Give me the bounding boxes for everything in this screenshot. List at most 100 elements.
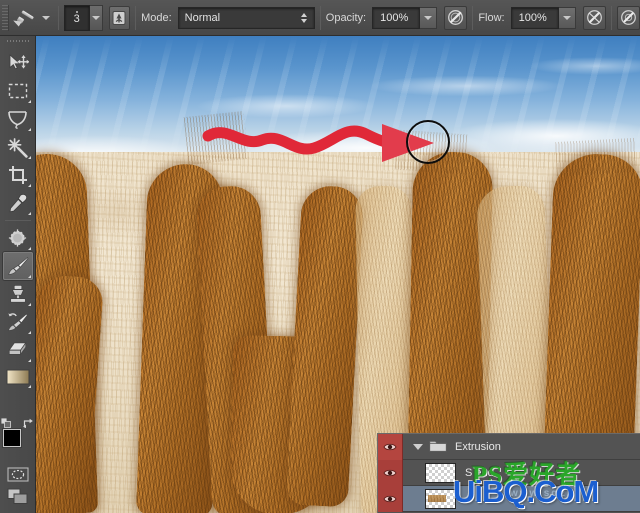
layer-thumbnail[interactable] [425,488,456,509]
sidebar-item-history-brush-tool[interactable] [3,308,33,336]
default-colors-icon[interactable] [0,417,11,428]
table-row[interactable] [378,485,640,512]
flyout-indicator-icon [27,247,31,250]
layer-visibility-toggle[interactable] [378,434,403,460]
flow-label: Flow: [478,11,505,24]
opacity-pressure-button[interactable] [444,5,468,30]
history-brush-icon [7,313,28,331]
table-row[interactable]: Extrusion [378,434,640,460]
foreground-color-swatch[interactable] [2,429,21,447]
lasso-icon [8,110,27,129]
panel-grip-icon[interactable] [1,4,10,31]
cloud-texture [36,36,640,170]
eye-visible-icon [383,469,397,476]
chevron-down-icon [41,15,50,20]
flyout-indicator-icon [27,156,31,159]
quick-mask-button[interactable] [4,463,32,485]
layer-visibility-toggle[interactable] [378,459,403,486]
blend-mode-select[interactable]: Normal [177,6,315,29]
color-swatches [0,417,33,457]
flow-value: 100% [518,11,547,24]
straw-fringe [183,110,249,166]
sidebar-item-crop-tool[interactable] [3,161,33,189]
eye-visible-icon [383,495,397,502]
chevron-down-icon [562,15,571,20]
eraser-icon [8,341,27,356]
flyout-indicator-icon [27,385,31,388]
sidebar-item-marquee-tool[interactable] [3,77,33,105]
options-bar: 3 Mode: Normal Opacity: 100% Flow: 100% [0,0,640,36]
mode-label: Mode: [141,11,172,24]
sidebar-item-gradient-tool[interactable] [3,364,33,390]
layers-panel: Extrusion S end [377,433,640,513]
flyout-indicator-icon [27,275,31,278]
sidebar-item-eyedropper-tool[interactable] [3,189,33,217]
flyout-indicator-icon [27,359,31,362]
eyedropper-icon [9,193,27,213]
move-tool-icon [9,54,29,70]
airbrush-icon [586,10,602,25]
tablet-pressure-size-button[interactable] [108,5,131,30]
sidebar-item-eraser-tool[interactable] [3,336,33,364]
chevron-down-icon [424,15,433,20]
chevron-down-icon [91,15,100,20]
magic-wand-icon [7,137,28,158]
sidebar-item-lasso-tool[interactable] [3,105,33,133]
layer-thumbnail[interactable] [425,462,456,483]
flow-slider-button[interactable] [558,6,576,29]
crop-icon [8,166,27,184]
group-expand-toggle[interactable] [413,443,423,450]
sidebar-item-magic-wand-tool[interactable] [3,133,33,161]
flyout-indicator-icon [27,331,31,334]
updown-arrows-icon [296,8,312,28]
gradient-icon [6,369,29,385]
flyout-indicator-icon [27,184,31,187]
quick-mask-icon [6,466,29,482]
brush-cursor-circle [406,120,450,164]
brush-size-value: 3 [73,13,80,25]
table-row[interactable]: S end [378,459,640,486]
opacity-slider-button[interactable] [420,6,438,29]
panel-grip-icon[interactable] [6,38,29,45]
clone-stamp-icon [9,285,26,303]
options-separator [319,5,321,30]
folder-icon [429,439,447,455]
brush-tool-icon [13,9,37,27]
sidebar-item-clone-stamp-tool[interactable] [3,280,33,308]
brush-preset-picker-button[interactable] [89,4,103,31]
opacity-input[interactable]: 100% [372,6,421,29]
opacity-value: 100% [380,11,409,24]
flyout-indicator-icon [27,303,31,306]
layer-name: S end [465,466,494,479]
airbrush-toggle-button[interactable] [582,5,606,30]
tool-preset-preview[interactable] [12,6,38,30]
sidebar-item-brush-tool[interactable] [2,252,33,280]
screen-mode-button[interactable] [4,485,32,507]
straw-fringe [555,137,637,177]
flyout-indicator-icon [27,100,31,103]
blend-mode-value: Normal [184,11,221,24]
sidebar-item-move-tool[interactable] [3,49,33,77]
eye-visible-icon [383,443,397,450]
layer-indent-spacer [403,460,415,486]
layer-visibility-toggle[interactable] [378,485,403,512]
flow-input[interactable]: 100% [510,6,559,29]
layer-name: Extrusion [455,440,501,453]
tablet-pressure-flow-icon [620,10,636,25]
brush-size-field[interactable]: 3 [63,4,90,31]
tool-preset-dropdown[interactable] [39,6,53,30]
tablet-pressure-flow-button[interactable] [616,5,640,30]
flyout-indicator-icon [27,212,31,215]
swap-colors-icon[interactable] [22,418,34,429]
tool-panel [0,36,36,513]
sidebar-item-spot-healing-tool[interactable] [3,224,33,252]
tool-divider [4,220,31,221]
options-separator [610,5,612,30]
layer-indent-spacer [403,486,415,512]
pressure-opacity-icon [448,10,464,25]
options-separator [57,5,59,30]
flyout-indicator-icon [27,128,31,131]
opacity-label: Opacity: [325,11,367,24]
screen-mode-icon [7,488,27,504]
options-separator [472,5,474,30]
